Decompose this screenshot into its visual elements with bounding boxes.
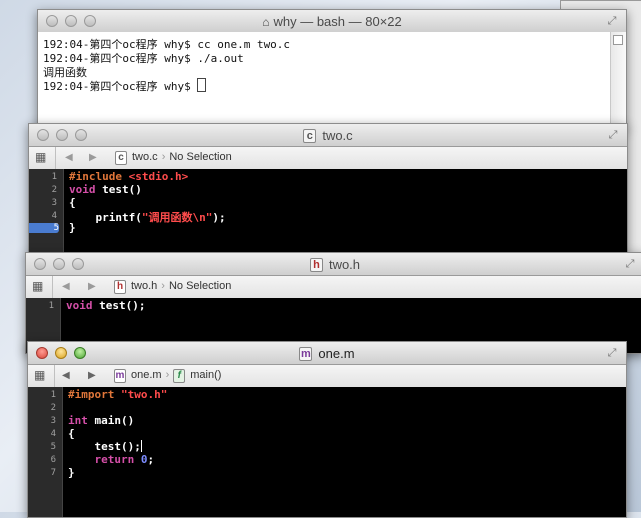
text-cursor xyxy=(197,78,207,92)
code-line: { xyxy=(68,427,75,440)
window-title: m one.m xyxy=(299,346,355,361)
forward-arrow-icon[interactable]: ▶ xyxy=(88,281,96,292)
file-icon: c xyxy=(303,129,317,143)
line-number: 1 xyxy=(50,390,56,400)
resize-icon[interactable]: ⤢ xyxy=(606,15,618,27)
editor-titlebar[interactable]: h two.h ⤢ xyxy=(26,253,641,276)
breadcrumb[interactable]: h two.h › No Selection xyxy=(114,280,231,294)
editor-titlebar[interactable]: m one.m ⤢ xyxy=(28,342,626,365)
home-icon: ⌂ xyxy=(262,15,270,29)
line-number: 4 xyxy=(50,429,56,439)
line-number: 6 xyxy=(50,455,56,465)
back-arrow-icon[interactable]: ◀ xyxy=(62,281,70,292)
line-number: 1 xyxy=(48,301,54,311)
code-line: } xyxy=(68,466,75,479)
file-icon: c xyxy=(115,151,127,165)
breadcrumb[interactable]: m one.m › f main() xyxy=(114,369,221,383)
terminal-scrollbar[interactable] xyxy=(610,32,626,128)
line-gutter: 1 2 3 4 5 6 7 xyxy=(28,387,63,517)
terminal-window: ⌂ why — bash — 80×22 ⤢ 192:04-第四个oc程序 why… xyxy=(37,9,627,129)
editor-window-one-m: m one.m ⤢ ▦ ◀ ▶ m one.m › f main() 1 2 3 4 5 … xyxy=(27,341,627,518)
code-editor[interactable]: 1 2 3 4 5 #include <stdio.h> void test()… xyxy=(29,169,627,254)
grid-icon[interactable]: ▦ xyxy=(32,280,45,293)
code-line: return 0; xyxy=(94,453,155,466)
grid-icon[interactable]: ▦ xyxy=(34,369,47,382)
code-line: int main() xyxy=(68,414,135,427)
code-line: test(); xyxy=(68,440,142,453)
file-icon: h xyxy=(309,258,323,272)
code-editor[interactable]: 1 2 3 4 5 6 7 #import "two.h" int main()… xyxy=(28,387,626,517)
code-line: } xyxy=(69,221,76,234)
grid-icon[interactable]: ▦ xyxy=(35,151,48,164)
line-number: 5 xyxy=(50,442,56,452)
editor-window-two-c: c two.c ⤢ ▦ ◀ ▶ c two.c › No Selection 1 2 3… xyxy=(28,123,628,255)
file-icon: h xyxy=(114,280,126,294)
window-title: ⌂ why — bash — 80×22 xyxy=(262,14,402,29)
line-number: 2 xyxy=(51,185,57,195)
line-number: 3 xyxy=(51,198,57,208)
jump-bar: ▦ ◀ ▶ h two.h › No Selection xyxy=(26,276,641,299)
code-line: #include <stdio.h> xyxy=(69,170,189,183)
breadcrumb[interactable]: c two.c › No Selection xyxy=(115,151,232,165)
resize-icon[interactable]: ⤢ xyxy=(607,129,619,141)
line-number: 1 xyxy=(51,172,57,182)
editor-titlebar[interactable]: c two.c ⤢ xyxy=(29,124,627,147)
file-icon: m xyxy=(299,347,313,361)
window-title: h two.h xyxy=(26,257,641,272)
function-icon: f xyxy=(173,369,186,383)
text-cursor xyxy=(140,440,142,452)
file-icon: m xyxy=(114,369,126,383)
line-number: 3 xyxy=(50,416,56,426)
jump-bar: ▦ ◀ ▶ m one.m › f main() xyxy=(28,365,626,388)
forward-arrow-icon[interactable]: ▶ xyxy=(89,152,97,163)
terminal-content[interactable]: 192:04-第四个oc程序 why$ cc one.m two.c 192:0… xyxy=(38,32,626,128)
code-line: #import "two.h" xyxy=(68,388,168,401)
resize-icon[interactable]: ⤢ xyxy=(606,347,618,359)
line-number: 7 xyxy=(50,468,56,478)
editor-window-two-h: h two.h ⤢ ▦ ◀ ▶ h two.h › No Selection 1 voi… xyxy=(25,252,641,354)
terminal-titlebar[interactable]: ⌂ why — bash — 80×22 ⤢ xyxy=(38,10,626,33)
line-number: 4 xyxy=(51,211,57,221)
code-line: printf("调用函数\n"); xyxy=(69,211,226,224)
jump-bar: ▦ ◀ ▶ c two.c › No Selection xyxy=(29,147,627,170)
forward-arrow-icon[interactable]: ▶ xyxy=(88,370,96,381)
code-line: void test(); xyxy=(66,299,146,312)
line-number: 2 xyxy=(50,403,56,413)
code-line: void test() xyxy=(69,183,142,196)
current-line-number: 5 xyxy=(29,223,59,233)
back-arrow-icon[interactable]: ◀ xyxy=(62,370,70,381)
line-gutter: 1 2 3 4 5 xyxy=(29,169,64,254)
resize-icon[interactable]: ⤢ xyxy=(624,258,636,270)
terminal-prompt-line: 192:04-第四个oc程序 why$ xyxy=(43,78,207,94)
code-line: { xyxy=(69,196,76,209)
back-arrow-icon[interactable]: ◀ xyxy=(65,152,73,163)
window-title: c two.c xyxy=(29,128,627,143)
